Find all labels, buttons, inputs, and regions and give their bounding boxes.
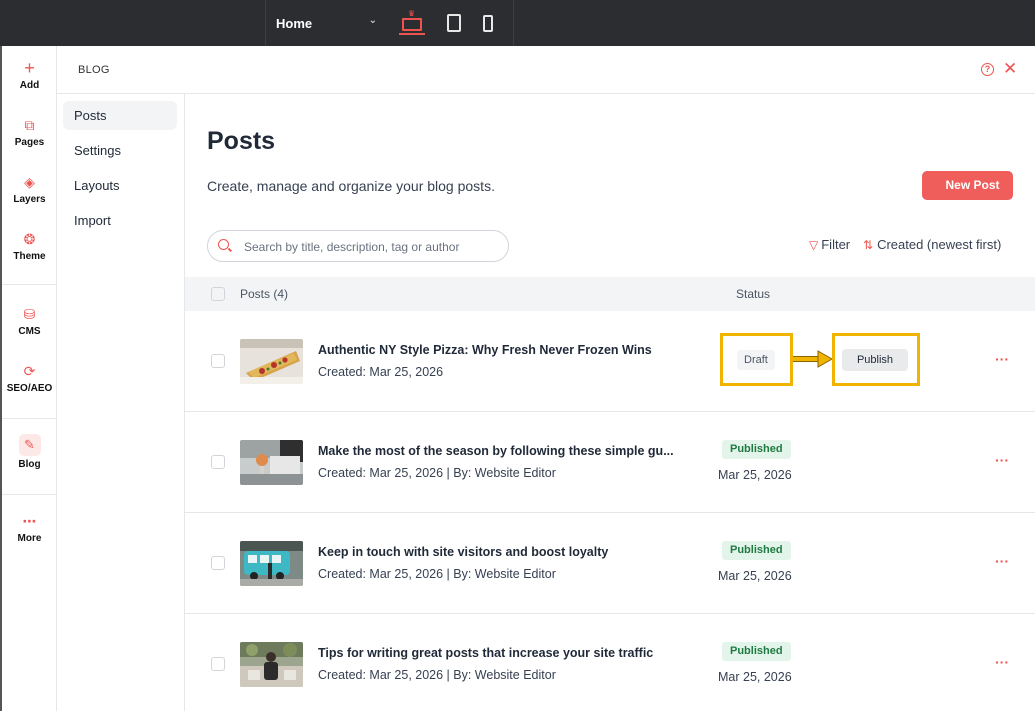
rail-item-label: More (17, 533, 42, 544)
search-icon (218, 239, 229, 250)
rail-item-label: SEO/AEO (6, 383, 53, 394)
post-thumbnail (240, 440, 303, 485)
row-checkbox[interactable] (211, 556, 225, 570)
published-date: Mar 25, 2026 (718, 670, 792, 684)
table-row[interactable]: Authentic NY Style Pizza: Why Fresh Neve… (185, 311, 1035, 412)
search-input[interactable] (244, 237, 499, 257)
table-row[interactable]: Keep in touch with site visitors and boo… (185, 513, 1035, 614)
close-icon[interactable]: ✕ (1003, 59, 1017, 79)
desktop-icon[interactable]: ♛ (399, 10, 425, 36)
column-header-posts: Posts (4) (240, 287, 289, 301)
column-header-status: Status (736, 287, 771, 301)
row-checkbox[interactable] (211, 455, 225, 469)
post-meta: Created: Mar 25, 2026 | By: Website Edit… (318, 466, 556, 480)
subnav-item-posts[interactable]: Posts (63, 101, 177, 130)
sort-icon: ⇅ (863, 238, 874, 252)
blog-icon: ✎ (18, 434, 41, 456)
theme-icon: ❂ (23, 231, 36, 247)
rail-item-label: Layers (13, 194, 46, 205)
status-badge: Draft (737, 350, 775, 370)
more-options-icon[interactable]: ··· (995, 553, 1009, 569)
seo-icon: ⟳ (23, 363, 36, 379)
rail-item-label: Pages (14, 137, 45, 148)
search-box (207, 230, 509, 262)
database-icon: ⛁ (23, 306, 36, 322)
table-row[interactable]: Tips for writing great posts that increa… (185, 614, 1035, 711)
subnav-item-settings[interactable]: Settings (63, 136, 177, 165)
rail-divider (2, 418, 57, 419)
more-options-icon[interactable]: ··· (995, 452, 1009, 468)
rail-item-cms[interactable]: ⛁ CMS (2, 305, 57, 337)
page-subtitle: Create, manage and organize your blog po… (207, 178, 495, 194)
rail-item-label: CMS (18, 326, 41, 337)
more-icon: ⋯ (22, 513, 37, 529)
rail-item-add[interactable]: + Add (2, 59, 57, 91)
filter-icon: ▽ (809, 238, 819, 252)
rail-divider (2, 284, 57, 285)
rail-item-seo[interactable]: ⟳ SEO/AEO (2, 362, 57, 394)
status-badge: Published (722, 541, 791, 560)
more-options-icon[interactable]: ··· (995, 351, 1009, 367)
arrow-right-icon (793, 350, 833, 368)
page-selector-label: Home (276, 15, 313, 31)
post-title[interactable]: Keep in touch with site visitors and boo… (318, 545, 608, 559)
filter-button[interactable]: ▽ Filter (809, 237, 850, 252)
row-checkbox[interactable] (211, 354, 225, 368)
rail-item-theme[interactable]: ❂ Theme (2, 230, 57, 262)
layers-icon: ◈ (24, 174, 35, 190)
rail-item-layers[interactable]: ◈ Layers (2, 173, 57, 205)
publish-highlight: Publish (832, 333, 920, 386)
sort-button[interactable]: ⇅ Created (newest first) (863, 237, 1001, 252)
help-icon[interactable]: ? (981, 63, 994, 76)
rail-item-blog[interactable]: ✎ Blog (2, 434, 57, 470)
row-checkbox[interactable] (211, 657, 225, 671)
mobile-icon[interactable] (483, 14, 493, 32)
subnav-item-import[interactable]: Import (63, 206, 177, 235)
pages-icon: ⧉ (24, 117, 35, 133)
rail-item-label: Blog (18, 459, 41, 470)
page-selector[interactable]: Home ⌄ (265, 0, 385, 46)
published-date: Mar 25, 2026 (718, 569, 792, 583)
table-header: Posts (4) Status (185, 277, 1035, 311)
tablet-icon[interactable] (447, 14, 461, 32)
rail-item-pages[interactable]: ⧉ Pages (2, 116, 57, 148)
post-meta: Created: Mar 25, 2026 (318, 365, 444, 379)
post-thumbnail (240, 541, 303, 586)
table-row[interactable]: Make the most of the season by following… (185, 412, 1035, 513)
post-title[interactable]: Make the most of the season by following… (318, 444, 674, 458)
publish-button[interactable]: Publish (842, 349, 908, 371)
post-title[interactable]: Tips for writing great posts that increa… (318, 646, 653, 660)
rail-item-label: Theme (13, 251, 46, 262)
chevron-down-icon: ⌄ (368, 15, 377, 26)
panel-header: BLOG ? ✕ (57, 46, 1035, 94)
filter-label: Filter (821, 237, 851, 252)
plus-icon: + (24, 58, 35, 78)
post-thumbnail (240, 339, 303, 384)
page-title: Posts (207, 127, 276, 155)
status-badge: Published (722, 440, 791, 459)
rail-item-more[interactable]: ⋯ More (2, 512, 57, 544)
top-bar: Home ⌄ ♛ (0, 0, 1035, 46)
post-thumbnail (240, 642, 303, 687)
published-date: Mar 25, 2026 (718, 468, 792, 482)
draft-highlight: Draft (720, 333, 793, 386)
subnav-item-layouts[interactable]: Layouts (63, 171, 177, 200)
more-options-icon[interactable]: ··· (995, 654, 1009, 670)
panel-title: BLOG (78, 64, 110, 76)
left-rail: + Add ⧉ Pages ◈ Layers ❂ Theme ⛁ CMS ⟳ S… (0, 46, 57, 711)
posts-main: Posts Create, manage and organize your b… (185, 94, 1035, 711)
status-badge: Published (722, 642, 791, 661)
post-title[interactable]: Authentic NY Style Pizza: Why Fresh Neve… (318, 343, 652, 357)
post-meta: Created: Mar 25, 2026 | By: Website Edit… (318, 668, 556, 682)
device-switcher: ♛ (385, 0, 514, 46)
rail-item-label: Add (19, 80, 40, 91)
rail-divider (2, 494, 57, 495)
new-post-button[interactable]: New Post (922, 171, 1013, 200)
sort-label: Created (newest first) (877, 237, 1002, 252)
blog-subnav: Posts Settings Layouts Import (57, 94, 185, 711)
post-meta: Created: Mar 25, 2026 | By: Website Edit… (318, 567, 556, 581)
select-all-checkbox[interactable] (211, 287, 225, 301)
